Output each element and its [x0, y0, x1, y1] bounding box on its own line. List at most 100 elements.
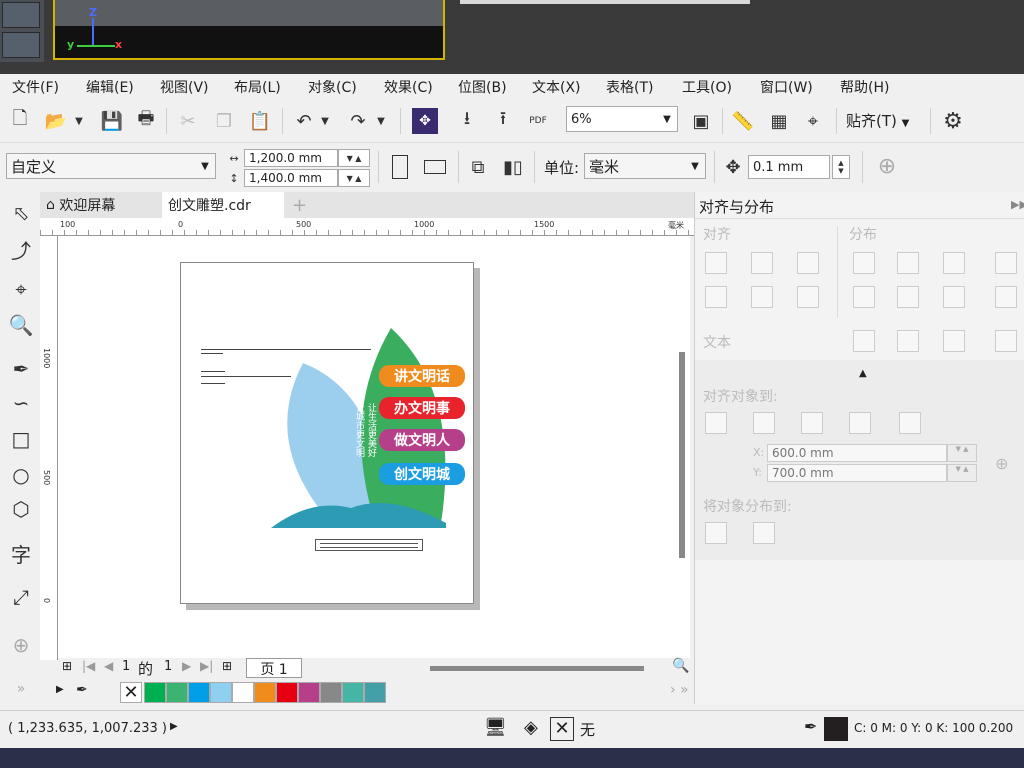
menu-edit[interactable]: 编辑(E) — [86, 80, 134, 97]
zoom-level-select[interactable]: 6% ▼ — [566, 106, 678, 132]
last-page-icon[interactable]: ▶| — [200, 659, 213, 673]
color-swatch[interactable] — [166, 682, 188, 703]
align-bottom-icon[interactable] — [797, 286, 819, 308]
undo-dropdown-icon[interactable]: ▼ — [318, 108, 332, 134]
open-folder-icon[interactable]: 📂 — [42, 108, 70, 134]
menu-help[interactable]: 帮助(H) — [840, 80, 889, 97]
color-swatch[interactable] — [210, 682, 232, 703]
polygon-tool-icon[interactable]: ⬡ — [4, 494, 38, 524]
pen-tool-icon[interactable]: ✒ — [4, 354, 38, 384]
distribute-bottom-icon[interactable] — [943, 286, 965, 308]
snap-to-dropdown[interactable]: 贴齐(T) ▼ — [846, 110, 909, 131]
artistic-media-icon[interactable]: ∽ — [4, 388, 38, 418]
align-to-grid-icon[interactable] — [849, 412, 871, 434]
color-swatch[interactable] — [342, 682, 364, 703]
add-tab-button[interactable]: + — [286, 192, 313, 218]
width-spinner[interactable]: ▼ ▲ — [338, 149, 370, 167]
current-page-icon[interactable]: ▮▯ — [498, 153, 528, 181]
menu-window[interactable]: 窗口(W) — [760, 80, 813, 97]
redo-icon[interactable]: ↷ — [344, 108, 372, 134]
color-swatch[interactable] — [232, 682, 254, 703]
add-preset-icon[interactable]: ⊕ — [874, 153, 900, 179]
zoom-navigator-icon[interactable]: 🔍 — [672, 658, 689, 674]
corel-connect-icon[interactable]: ✥ — [412, 108, 438, 134]
color-swatch[interactable] — [144, 682, 166, 703]
publish-pdf-icon[interactable]: PDF — [524, 106, 552, 136]
tab-welcome-screen[interactable]: ⌂ 欢迎屏幕 — [40, 192, 160, 218]
align-to-page-center-icon[interactable] — [801, 412, 823, 434]
status-expand-icon[interactable]: ▶ — [170, 721, 178, 732]
align-to-page-edge-icon[interactable] — [753, 412, 775, 434]
align-right-icon[interactable] — [797, 252, 819, 274]
shape-tool-icon[interactable]: ⤴ — [4, 234, 38, 264]
cut-icon[interactable]: ✂ — [174, 108, 202, 134]
document-page[interactable]: 创建文明城市 Create a civilized city 让生活更美好 让城… — [180, 262, 474, 604]
nudge-spinner[interactable]: ▲ ▼ — [832, 155, 850, 179]
palette-menu-icon[interactable]: ▶ — [56, 684, 64, 695]
zoom-tool-icon[interactable]: 🔍 — [4, 310, 38, 340]
no-color-swatch[interactable]: ✕ — [120, 682, 142, 703]
align-x-input[interactable]: 600.0 mm — [767, 444, 947, 462]
page-tab[interactable]: 页 1 — [246, 658, 302, 678]
distribute-center-v-icon[interactable] — [897, 286, 919, 308]
distribute-right-icon[interactable] — [943, 252, 965, 274]
menu-file[interactable]: 文件(F) — [12, 80, 59, 97]
settings-gear-icon[interactable]: ⚙ — [940, 108, 966, 134]
eyedropper-icon[interactable]: ✒ — [76, 682, 88, 698]
menu-layout[interactable]: 布局(L) — [234, 80, 281, 97]
undo-icon[interactable]: ↶ — [290, 108, 318, 134]
align-center-v-icon[interactable] — [751, 286, 773, 308]
paste-icon[interactable]: 📋 — [246, 108, 274, 134]
page-width-input[interactable]: 1,200.0 mm — [244, 149, 338, 167]
align-left-icon[interactable] — [705, 252, 727, 274]
vertical-scrollbar[interactable] — [679, 352, 685, 558]
distribute-top-icon[interactable] — [853, 286, 875, 308]
units-select[interactable]: 毫米 ▼ — [584, 153, 706, 179]
print-icon[interactable]: 🖶 — [132, 108, 160, 134]
text-first-line-icon[interactable] — [853, 330, 875, 352]
y-spinner[interactable]: ▼ ▲ — [947, 464, 977, 482]
horizontal-scrollbar[interactable] — [430, 666, 644, 671]
menu-text[interactable]: 文本(X) — [532, 80, 581, 97]
full-screen-preview-icon[interactable]: ▣ — [688, 108, 714, 134]
align-to-active-icon[interactable] — [705, 412, 727, 434]
align-to-point-icon[interactable] — [899, 412, 921, 434]
menu-bitmap[interactable]: 位图(B) — [458, 80, 507, 97]
add-point-icon[interactable]: ⊕ — [995, 454, 1008, 473]
portrait-icon[interactable] — [388, 153, 412, 181]
landscape-icon[interactable] — [420, 153, 450, 181]
color-swatch[interactable] — [188, 682, 210, 703]
height-spinner[interactable]: ▼ ▲ — [338, 169, 370, 187]
import-icon[interactable]: ⭳ — [454, 108, 480, 134]
pick-tool-icon[interactable]: ⬁ — [4, 198, 38, 228]
color-proof-icon[interactable]: 🖥 — [484, 717, 507, 738]
distribute-space-h-icon[interactable] — [995, 252, 1017, 274]
distribute-center-h-icon[interactable] — [897, 252, 919, 274]
add-page-before-icon[interactable]: ⊞ — [62, 659, 72, 673]
menu-tools[interactable]: 工具(O) — [682, 80, 732, 97]
distribute-to-page-icon[interactable] — [753, 522, 775, 544]
color-swatch[interactable] — [298, 682, 320, 703]
add-tool-icon[interactable]: ⊕ — [4, 630, 38, 660]
dimension-tool-icon[interactable]: ⤢ — [4, 582, 38, 612]
x-spinner[interactable]: ▼ ▲ — [947, 444, 977, 462]
add-page-after-icon[interactable]: ⊞ — [222, 659, 232, 673]
align-top-icon[interactable] — [705, 286, 727, 308]
show-guidelines-icon[interactable]: ⌖ — [800, 108, 826, 134]
open-dropdown-icon[interactable]: ▼ — [72, 108, 86, 134]
next-page-icon[interactable]: ▶ — [182, 659, 191, 673]
palette-scroll-icon[interactable]: › » — [670, 682, 689, 698]
menu-view[interactable]: 视图(V) — [160, 80, 209, 97]
export-icon[interactable]: ⭱ — [490, 108, 516, 134]
page-size-preset-select[interactable]: 自定义 ▼ — [6, 153, 216, 179]
collapse-section-icon[interactable]: ▲ — [859, 368, 867, 379]
first-page-icon[interactable]: |◀ — [82, 659, 95, 673]
ellipse-tool-icon[interactable]: ○ — [4, 460, 38, 490]
rectangle-tool-icon[interactable]: □ — [4, 424, 38, 454]
menu-effects[interactable]: 效果(C) — [384, 80, 433, 97]
prev-page-icon[interactable]: ◀ — [104, 659, 113, 673]
page-height-input[interactable]: 1,400.0 mm — [244, 169, 338, 187]
text-bounding-box-icon[interactable] — [943, 330, 965, 352]
distribute-space-v-icon[interactable] — [995, 286, 1017, 308]
nudge-distance-input[interactable]: 0.1 mm — [748, 155, 830, 179]
